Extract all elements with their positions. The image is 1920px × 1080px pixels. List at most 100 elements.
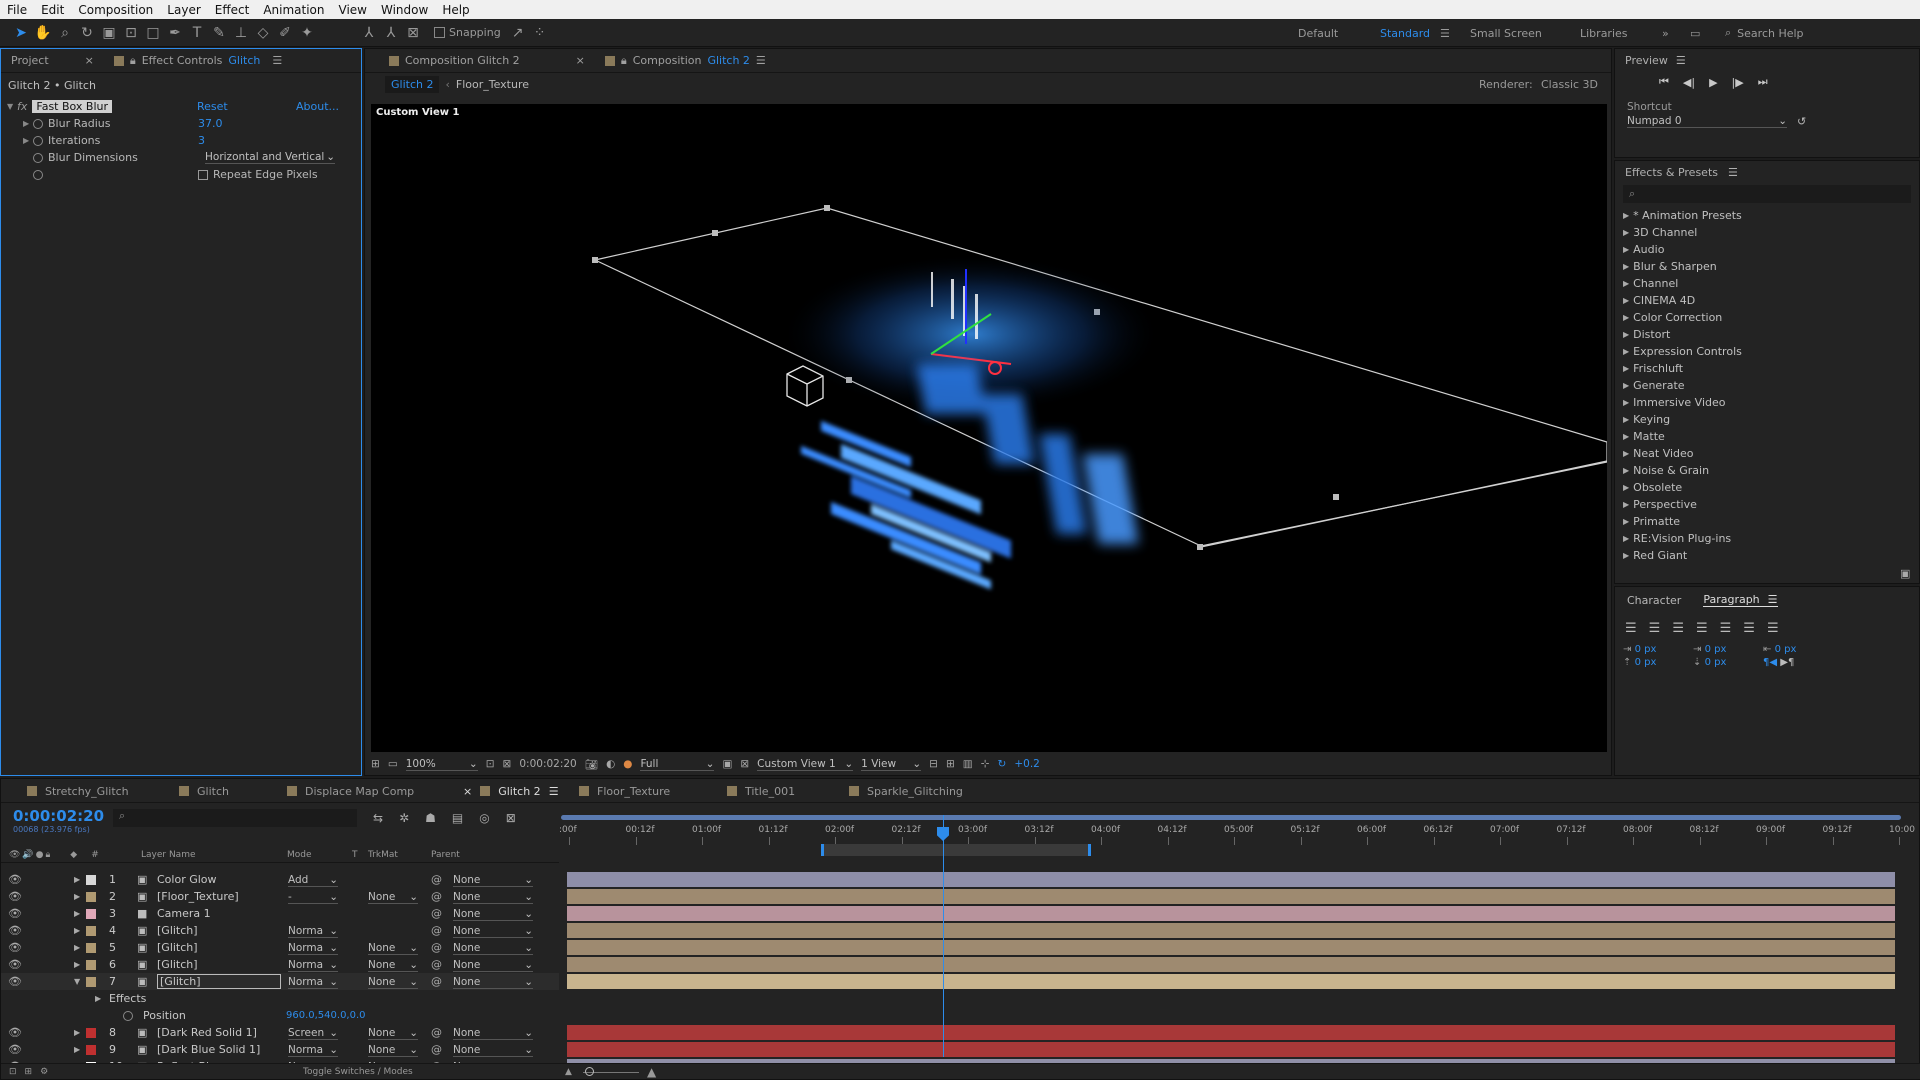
tab-composition-1[interactable]: Composition Glitch 2 × [365, 49, 595, 73]
reset-exposure-icon[interactable]: ↻ [998, 758, 1007, 770]
justify-all-icon[interactable]: ☰ [1767, 621, 1779, 636]
label-color-swatch[interactable] [86, 976, 97, 987]
layer-row[interactable]: 👁︎ ▼ 7 ▣ [Glitch] Norma ⌄ None ⌄ @ None ⌄ [1, 973, 559, 990]
effects-category-item[interactable]: ▶ Blur & Sharpen [1615, 258, 1919, 275]
expand-triangle-icon[interactable]: ▼ [7, 102, 17, 111]
expand-triangle-icon[interactable]: ▶ [1623, 534, 1629, 543]
effects-category-item[interactable]: ▶ Frischluft [1615, 360, 1919, 377]
rtl-icon[interactable]: ▶¶ [1780, 657, 1794, 668]
repeat-edge-checkbox[interactable] [198, 169, 208, 180]
effects-category-item[interactable]: ▶ Primatte [1615, 513, 1919, 530]
layer-duration-bar[interactable] [567, 923, 1895, 938]
axis-view-icon[interactable]: ⊠ [402, 22, 424, 44]
view-dropdown[interactable]: Custom View 1 ⌄ [757, 758, 854, 771]
selection-tool-icon[interactable]: ➤ [10, 22, 32, 44]
effect-name[interactable]: Fast Box Blur [32, 100, 113, 113]
fx-icon[interactable]: fx [17, 100, 27, 113]
effects-category-item[interactable]: ▶ Audio [1615, 241, 1919, 258]
effects-category-item[interactable]: ▶ Immersive Video [1615, 394, 1919, 411]
panel-menu-icon[interactable]: ☰ [272, 54, 282, 67]
resolution-dropdown[interactable]: Full ⌄ [640, 758, 715, 771]
label-color-swatch[interactable] [86, 874, 97, 885]
always-preview-icon[interactable]: ⊞ [371, 758, 380, 770]
effects-category-item[interactable]: ▶ Distort [1615, 326, 1919, 343]
layer-duration-bar[interactable] [567, 889, 1895, 904]
comp-timecode[interactable]: 0:00:02:20 [519, 758, 576, 770]
pick-whip-icon[interactable]: @ [431, 907, 442, 920]
label-color-swatch[interactable] [86, 942, 97, 953]
trkmat-dropdown[interactable]: None⌄ [368, 959, 418, 972]
frame-blending-icon[interactable]: ▤ [452, 811, 463, 825]
effects-category-item[interactable]: ▶ Keying [1615, 411, 1919, 428]
eye-icon[interactable]: 👁︎ [8, 873, 22, 886]
type-tool-icon[interactable]: T [186, 22, 208, 44]
pick-whip-icon[interactable]: @ [431, 1043, 442, 1056]
roto-brush-tool-icon[interactable]: ✐ [274, 22, 296, 44]
iterations-value[interactable]: 3 [198, 134, 205, 147]
label-color-swatch[interactable] [86, 925, 97, 936]
expand-triangle-icon[interactable]: ▶ [74, 1045, 80, 1054]
timeline-tab-stretchy-glitch[interactable]: Stretchy_Glitch [27, 779, 129, 803]
parent-dropdown[interactable]: None⌄ [453, 976, 533, 989]
menu-composition[interactable]: Composition [71, 3, 160, 17]
eraser-tool-icon[interactable]: ◇ [252, 22, 274, 44]
trkmat-dropdown[interactable]: None⌄ [368, 1044, 418, 1057]
expand-triangle-icon[interactable]: ▶ [1623, 347, 1629, 356]
playhead-line[interactable] [943, 815, 944, 1057]
position-property-row[interactable]: Position 960.0,540.0,0.0 [1, 1007, 559, 1024]
indent-right-field[interactable]: ⇤ 0 px [1763, 644, 1833, 655]
clone-stamp-tool-icon[interactable]: ⊥ [230, 22, 252, 44]
expand-triangle-icon[interactable]: ▶ [1623, 398, 1629, 407]
expand-triangle-icon[interactable]: ▶ [74, 909, 80, 918]
stopwatch-icon[interactable] [33, 135, 43, 146]
blend-mode-dropdown[interactable]: Norma⌄ [288, 1044, 338, 1057]
parent-dropdown[interactable]: None⌄ [453, 925, 533, 938]
snap-grid-icon[interactable]: ⁘ [529, 22, 551, 44]
modes-icon[interactable]: ⊞ [25, 1067, 33, 1077]
pick-whip-icon[interactable]: @ [431, 924, 442, 937]
snapshot-icon[interactable]: 📷︎ [585, 758, 598, 771]
layer-row[interactable]: 👁︎ ▶ 5 ▣ [Glitch] Norma ⌄ None ⌄ @ None ⌄ [1, 939, 559, 956]
eye-icon[interactable]: 👁︎ [8, 1026, 22, 1039]
parent-dropdown[interactable]: None⌄ [453, 1044, 533, 1057]
timeline-icon[interactable]: ▥ [963, 758, 973, 770]
expand-triangle-icon[interactable]: ▶ [23, 136, 33, 145]
pen-tool-icon[interactable]: ✒ [164, 22, 186, 44]
fast-draft-icon[interactable]: ⊞ [946, 758, 955, 770]
rectangle-tool-icon[interactable]: □ [142, 22, 164, 44]
layer-duration-bar[interactable] [567, 957, 1895, 972]
workspace-menu-icon[interactable]: ☰ [1440, 19, 1450, 47]
menu-effect[interactable]: Effect [208, 3, 257, 17]
snapping-checkbox[interactable] [434, 27, 445, 38]
workspace-default[interactable]: Default [1298, 19, 1338, 47]
layer-duration-bar[interactable] [567, 906, 1895, 921]
justify-last-center-icon[interactable]: ☰ [1720, 621, 1732, 636]
position-value[interactable]: 960.0,540.0,0.0 [286, 1010, 366, 1021]
space-before-field[interactable]: ⇡ 0 px [1623, 657, 1693, 668]
layer-name[interactable]: [Dark Blue Solid 1] [157, 1043, 260, 1056]
layer-name[interactable]: [Dark Red Solid 1] [157, 1026, 257, 1039]
parent-dropdown[interactable]: None⌄ [453, 874, 533, 887]
close-icon[interactable]: × [463, 785, 472, 798]
blend-mode-dropdown[interactable]: Norma⌄ [288, 959, 338, 972]
effects-category-item[interactable]: ▶ Noise & Grain [1615, 462, 1919, 479]
menu-help[interactable]: Help [435, 3, 476, 17]
pick-whip-icon[interactable]: @ [431, 873, 442, 886]
search-help[interactable]: ⌕ Search Help [1725, 19, 1804, 47]
layer-row[interactable]: 👁︎ ▶ 2 ▣ [Floor_Texture] - ⌄ None ⌄ @ None ⌄ [1, 888, 559, 905]
blend-mode-dropdown[interactable]: Norma⌄ [288, 942, 338, 955]
rotate-tool-icon[interactable]: ↻ [76, 22, 98, 44]
toggle-pixel-aspect-icon[interactable]: ⊟ [929, 758, 938, 770]
motion-blur-icon[interactable]: ◎ [479, 811, 489, 825]
layer-duration-bar[interactable] [567, 872, 1895, 887]
expand-triangle-icon[interactable]: ▶ [1623, 432, 1629, 441]
timeline-tab-displace-map-comp[interactable]: Displace Map Comp [287, 779, 414, 803]
tab-effect-controls[interactable]: 🔒︎ Effect Controls Glitch ☰ [104, 49, 292, 73]
effects-search-input[interactable]: ⌕ [1623, 185, 1911, 203]
expand-triangle-icon[interactable]: ▶ [1623, 279, 1629, 288]
pick-whip-icon[interactable]: @ [431, 890, 442, 903]
effects-category-item[interactable]: ▶ Neat Video [1615, 445, 1919, 462]
lock-icon[interactable]: 🔒︎ [621, 54, 627, 68]
expand-triangle-icon[interactable]: ▶ [74, 875, 80, 884]
tab-paragraph[interactable]: Paragraph ☰ [1703, 593, 1778, 607]
